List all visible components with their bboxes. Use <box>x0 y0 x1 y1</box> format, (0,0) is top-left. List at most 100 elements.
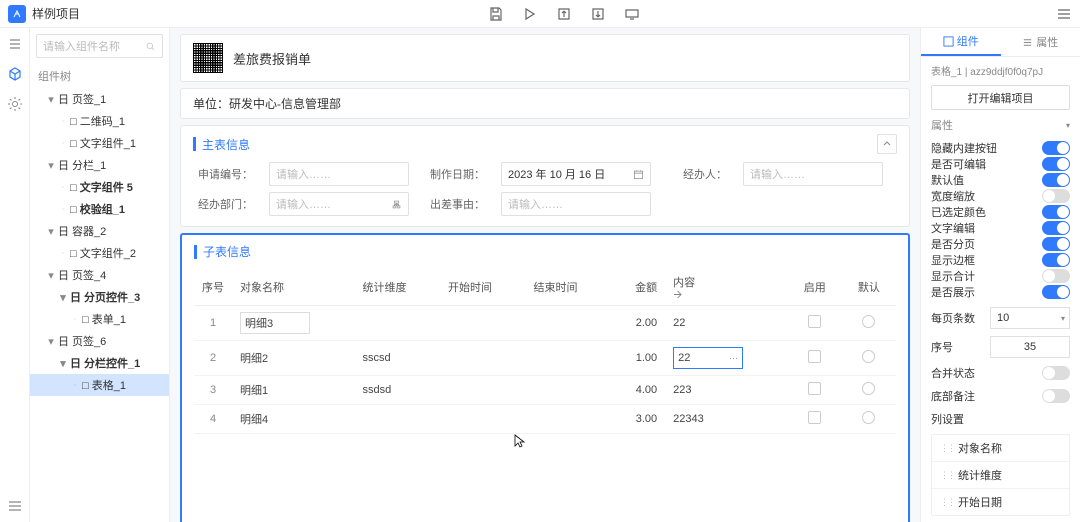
search-icon <box>145 41 156 52</box>
prop-seq-label: 序号 <box>931 339 953 355</box>
tree-node[interactable]: ▾日 页签_6 <box>30 330 169 352</box>
prop-switch[interactable] <box>1042 205 1070 219</box>
tree-node[interactable]: ○□ 校验组_1 <box>30 198 169 220</box>
field-no-input[interactable]: 请输入…… <box>269 162 409 186</box>
prop-group[interactable]: 属性▾ <box>931 117 1070 133</box>
rail-cube-icon[interactable] <box>7 66 23 82</box>
field-note-label: 出差事由： <box>425 196 485 212</box>
tree-node[interactable]: ▾日 分栏_1 <box>30 154 169 176</box>
save-icon[interactable] <box>488 6 504 22</box>
prop-toggle-row: 显示边框 <box>931 252 1070 268</box>
calendar-icon <box>633 169 644 180</box>
tab-component[interactable]: 组件 <box>921 28 1001 56</box>
section-main-title: 主表信息 <box>202 136 877 153</box>
edit-project-button[interactable]: 打开编辑项目 <box>931 85 1070 110</box>
prop-switch[interactable] <box>1042 285 1070 299</box>
tree-node[interactable]: ▾日 页签_1 <box>30 88 169 110</box>
prop-switch[interactable] <box>1042 269 1070 283</box>
col-header[interactable]: 结束时间 <box>526 268 611 306</box>
rail-list-icon[interactable] <box>7 36 23 52</box>
field-owner-label: 经办人： <box>667 166 727 182</box>
column-list-item[interactable]: ⋮⋮对象名称 <box>932 435 1069 462</box>
collapse-button[interactable] <box>877 134 897 154</box>
column-list-item[interactable]: ⋮⋮统计维度 <box>932 462 1069 489</box>
prop-switch[interactable] <box>1042 173 1070 187</box>
tree-node[interactable]: ○□ 表格_1 <box>30 374 169 396</box>
field-note-input[interactable]: 请输入…… <box>501 192 651 216</box>
prop-switch[interactable] <box>1042 221 1070 235</box>
import-icon[interactable] <box>590 6 606 22</box>
table-row[interactable]: 2明细2sscsd1.0022··· <box>194 341 896 376</box>
drag-handle-icon[interactable]: ⋮⋮ <box>940 443 954 454</box>
rail-gear-icon[interactable] <box>7 96 23 112</box>
menu-icon[interactable] <box>1056 6 1072 22</box>
col-header[interactable]: 默认 <box>842 268 896 306</box>
prop-toggle-row: 宽度缩放 <box>931 188 1070 204</box>
rail-menu-icon[interactable] <box>7 498 23 514</box>
prop-toggle-row: 是否可编辑 <box>931 156 1070 172</box>
checkbox[interactable] <box>808 350 821 363</box>
field-date-input[interactable]: 2023 年 10 月 16 日 <box>501 162 651 186</box>
prop-toggle-row: 显示合计 <box>931 268 1070 284</box>
prop-toggle-row: 文字编辑 <box>931 220 1070 236</box>
tree-node[interactable]: ○□ 表单_1 <box>30 308 169 330</box>
preview-icon[interactable] <box>522 6 538 22</box>
field-owner-input[interactable]: 请输入…… <box>743 162 883 186</box>
table-row[interactable]: 3明细1ssdsd4.00223 <box>194 376 896 405</box>
export-icon[interactable] <box>556 6 572 22</box>
prop-rows-label: 每页条数 <box>931 310 975 326</box>
radio[interactable] <box>862 315 875 328</box>
column-list-item[interactable]: ⋮⋮开始日期 <box>932 489 1069 515</box>
tree-search-input[interactable]: 请输入组件名称 <box>36 34 163 58</box>
field-date-label: 制作日期： <box>425 166 485 182</box>
drag-handle-icon[interactable]: ⋮⋮ <box>940 497 954 508</box>
prop-switch[interactable] <box>1042 253 1070 267</box>
col-header[interactable]: 开始时间 <box>440 268 525 306</box>
prop-toggle-row: 是否展示 <box>931 284 1070 300</box>
prop-merge-row: 合并状态 <box>931 365 1070 381</box>
prop-bottom-switch[interactable] <box>1042 389 1070 403</box>
prop-bottom-row: 底部备注 <box>931 388 1070 404</box>
col-header[interactable]: 统计维度 <box>355 268 440 306</box>
tree-node[interactable]: ▾日 分页控件_3 <box>30 286 169 308</box>
col-header[interactable]: 启用 <box>788 268 842 306</box>
tree-node[interactable]: ▾日 容器_2 <box>30 220 169 242</box>
drag-handle-icon[interactable]: ⋮⋮ <box>940 470 954 481</box>
prop-merge-switch[interactable] <box>1042 366 1070 380</box>
sub-table[interactable]: 序号对象名称统计维度开始时间结束时间金额内容 启用默认 1明细32.00222明… <box>194 268 896 434</box>
prop-switch[interactable] <box>1042 189 1070 203</box>
field-no-label: 申请编号： <box>193 166 253 182</box>
device-icon[interactable] <box>624 6 640 22</box>
checkbox[interactable] <box>808 382 821 395</box>
col-header[interactable]: 序号 <box>194 268 232 306</box>
prop-switch[interactable] <box>1042 237 1070 251</box>
tree-node[interactable]: ○□ 文字组件_2 <box>30 242 169 264</box>
prop-switch[interactable] <box>1042 157 1070 171</box>
prop-switch[interactable] <box>1042 141 1070 155</box>
field-dept-input[interactable]: 请输入…… <box>269 192 409 216</box>
tree-node[interactable]: ○□ 二维码_1 <box>30 110 169 132</box>
radio[interactable] <box>862 350 875 363</box>
tree-node[interactable]: ▾日 分栏控件_1 <box>30 352 169 374</box>
radio[interactable] <box>862 411 875 424</box>
app-title: 样例项目 <box>32 5 80 22</box>
table-row[interactable]: 1明细32.0022 <box>194 306 896 341</box>
prop-toggle-row: 是否分页 <box>931 236 1070 252</box>
col-header[interactable]: 内容 <box>665 268 788 306</box>
qr-code <box>193 43 223 73</box>
tree-node[interactable]: ○□ 文字组件_1 <box>30 132 169 154</box>
tree-node[interactable]: ▾日 页签_4 <box>30 264 169 286</box>
prop-rows-select[interactable]: 10 <box>990 307 1070 329</box>
form-title: 差旅费报销单 <box>233 49 311 68</box>
prop-id: 表格_1 | azz9ddjf0f0q7pJ <box>931 63 1070 78</box>
table-row[interactable]: 4明细43.0022343 <box>194 405 896 434</box>
col-header[interactable]: 金额 <box>611 268 665 306</box>
checkbox[interactable] <box>808 315 821 328</box>
prop-seq-input[interactable]: 35 <box>990 336 1070 358</box>
tab-attributes[interactable]: 属性 <box>1001 28 1080 56</box>
checkbox[interactable] <box>808 411 821 424</box>
section-sub-title: 子表信息 <box>203 243 896 260</box>
col-header[interactable]: 对象名称 <box>232 268 355 306</box>
tree-node[interactable]: ○□ 文字组件 5 <box>30 176 169 198</box>
radio[interactable] <box>862 382 875 395</box>
